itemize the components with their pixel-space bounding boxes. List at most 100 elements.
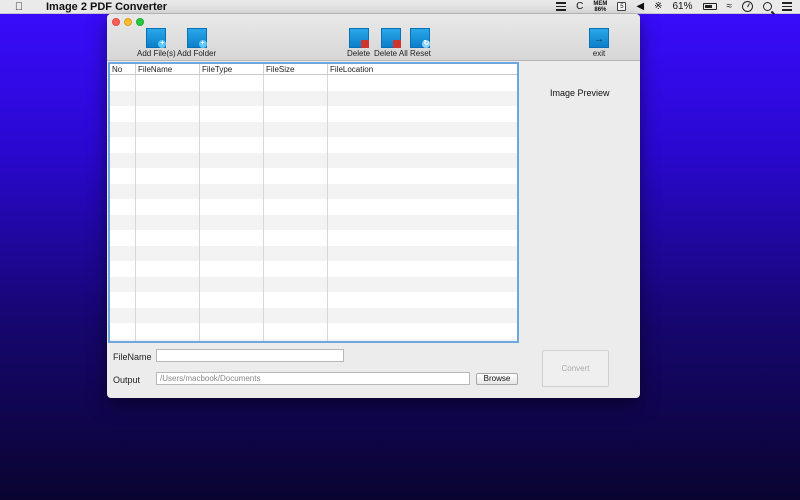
delete-label: Delete [347, 49, 371, 58]
table-row[interactable] [110, 323, 517, 339]
table-cell [200, 199, 264, 215]
clock-icon[interactable] [742, 1, 753, 12]
table-cell [136, 276, 200, 292]
volume-icon[interactable]: ◀ [636, 1, 644, 12]
table-cell [200, 323, 264, 339]
exit-button[interactable]: → exit [589, 28, 609, 58]
list-icon[interactable] [556, 2, 567, 11]
table-cell [136, 183, 200, 199]
reset-icon: ↻ [410, 28, 431, 48]
table-cell [110, 338, 136, 341]
column-header-filesize[interactable]: FileSize [264, 64, 328, 74]
mem-value: 86% [594, 6, 607, 13]
table-row[interactable] [110, 152, 517, 169]
status-menu-items: C MEM 86% 5 ◀ ※ 61% ≈ [556, 1, 792, 13]
table-cell [328, 246, 517, 262]
table-cell [328, 215, 517, 231]
c-status-item[interactable]: C [576, 1, 583, 12]
table-cell [200, 183, 264, 199]
table-row[interactable] [110, 90, 517, 107]
table-cell [110, 152, 136, 168]
table-cell [110, 230, 136, 246]
table-row[interactable] [110, 338, 517, 341]
output-path-input[interactable] [156, 372, 470, 385]
table-cell [264, 75, 328, 91]
table-row[interactable] [110, 307, 517, 323]
menu-bar:  Image 2 PDF Converter C MEM86% 5 ◀ ※ 6… [0, 0, 800, 14]
zoom-window-button[interactable] [136, 18, 144, 26]
table-cell [110, 183, 136, 199]
table-cell [328, 91, 517, 107]
bluetooth-icon[interactable]: ※ [654, 1, 662, 12]
table-cell [110, 90, 136, 106]
table-cell [328, 122, 517, 138]
table-cell [110, 137, 136, 153]
filename-input[interactable] [156, 349, 344, 362]
table-cell [136, 292, 200, 308]
delete-icon [348, 28, 369, 48]
table-row[interactable] [110, 168, 517, 184]
table-row[interactable] [110, 183, 517, 199]
column-header-filelocation[interactable]: FileLocation [328, 64, 517, 74]
column-header-filename[interactable]: FileName [136, 64, 200, 74]
table-body [110, 75, 517, 341]
battery-percent[interactable]: 61% [672, 1, 692, 12]
table-cell [264, 230, 328, 246]
table-cell [110, 106, 136, 122]
table-cell [200, 338, 264, 341]
close-window-button[interactable] [112, 18, 120, 26]
table-cell [200, 245, 264, 261]
exit-label: exit [592, 49, 606, 58]
table-row[interactable] [110, 261, 517, 277]
table-cell [136, 168, 200, 184]
table-row[interactable] [110, 214, 517, 231]
convert-button[interactable]: Convert [542, 350, 609, 387]
table-cell [110, 199, 136, 215]
minimize-window-button[interactable] [124, 18, 132, 26]
column-header-no[interactable]: No [110, 64, 136, 74]
table-row[interactable] [110, 75, 517, 91]
table-cell [264, 307, 328, 323]
browse-button[interactable]: Browse [476, 373, 518, 385]
table-cell [328, 153, 517, 169]
memory-status[interactable]: MEM 86% [593, 1, 607, 13]
table-cell [110, 276, 136, 292]
column-header-filetype[interactable]: FileType [200, 64, 264, 74]
delete-all-button[interactable]: Delete All [374, 28, 408, 58]
table-cell [264, 323, 328, 339]
table-row[interactable] [110, 230, 517, 246]
add-folder-button[interactable]: + Add Folder [177, 28, 216, 58]
app-menu-title[interactable]: Image 2 PDF Converter [46, 1, 167, 13]
table-cell [136, 199, 200, 215]
table-cell [264, 152, 328, 168]
wifi-icon[interactable]: ≈ [727, 1, 733, 12]
table-row[interactable] [110, 245, 517, 262]
apple-icon[interactable]:  [12, 1, 26, 13]
file-table[interactable]: No FileName FileType FileSize FileLocati… [108, 62, 519, 343]
table-cell [264, 106, 328, 122]
calendar-icon[interactable]: 5 [617, 2, 627, 11]
table-cell [328, 168, 517, 184]
delete-button[interactable]: Delete [347, 28, 370, 58]
table-row[interactable] [110, 106, 517, 122]
reset-label: Reset [410, 49, 431, 58]
table-cell [328, 277, 517, 293]
table-cell [136, 121, 200, 137]
table-cell [200, 168, 264, 184]
table-row[interactable] [110, 121, 517, 138]
table-cell [200, 75, 264, 91]
reset-button[interactable]: ↻ Reset [410, 28, 431, 58]
table-cell [136, 214, 200, 230]
table-cell [264, 168, 328, 184]
table-row[interactable] [110, 276, 517, 293]
table-row[interactable] [110, 137, 517, 153]
table-row[interactable] [110, 199, 517, 215]
table-cell [264, 121, 328, 137]
notification-center-icon[interactable] [782, 2, 792, 11]
table-cell [264, 338, 328, 341]
table-row[interactable] [110, 292, 517, 308]
add-files-button[interactable]: + Add File(s) [137, 28, 176, 58]
search-icon[interactable] [763, 2, 772, 11]
table-cell [328, 292, 517, 308]
add-file-icon: + [146, 28, 167, 48]
